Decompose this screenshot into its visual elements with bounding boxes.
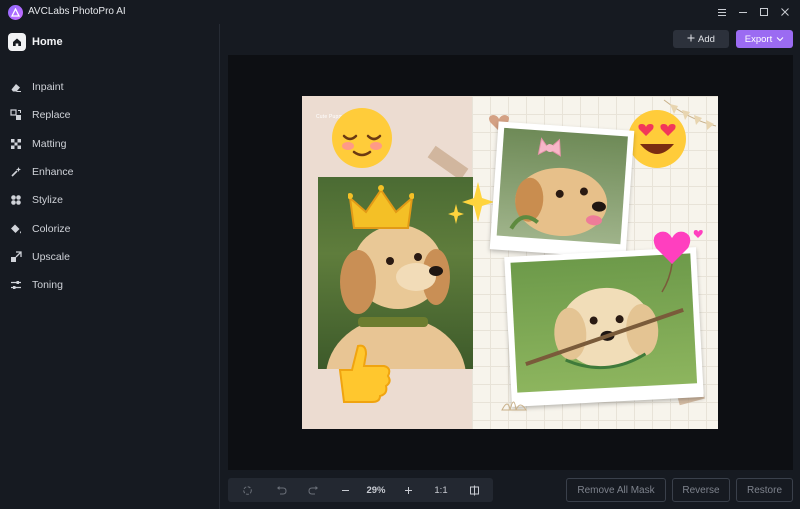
minimize-icon[interactable]	[734, 4, 752, 20]
colorize-icon	[10, 223, 22, 235]
zoom-out-button[interactable]	[334, 478, 356, 502]
undo-icon[interactable]	[270, 478, 292, 502]
eraser-icon	[10, 81, 22, 93]
stylize-icon	[10, 194, 22, 206]
sidebar-item-label: Enhance	[32, 166, 74, 179]
sidebar-item-label: Stylize	[32, 194, 63, 207]
grass-doodle	[501, 401, 527, 412]
zoom-in-button[interactable]	[397, 478, 419, 502]
tool-menu: Inpaint Replace Matting Enhance Stylize …	[10, 73, 73, 299]
upscale-icon	[10, 251, 22, 263]
zoom-level: 29%	[366, 484, 386, 496]
app-window: AVCLabs PhotoPro AI Home Inpaint Replace…	[0, 0, 800, 509]
sidebar-item-label: Home	[32, 36, 63, 48]
zoom-toolbar: 29% 1:1	[228, 478, 493, 502]
maximize-icon[interactable]	[755, 4, 773, 20]
app-logo-icon	[8, 5, 23, 20]
sparkle-sticker	[448, 182, 494, 224]
remove-all-mask-button[interactable]: Remove All Mask	[566, 478, 666, 502]
sidebar-item-matting[interactable]: Matting	[10, 130, 73, 158]
replace-icon	[10, 109, 22, 121]
sidebar-divider	[219, 24, 220, 509]
sidebar-item-upscale[interactable]: Upscale	[10, 243, 73, 271]
app-title: AVCLabs PhotoPro AI	[28, 6, 126, 17]
plus-icon	[404, 486, 412, 494]
menu-icon[interactable]	[713, 4, 731, 20]
sidebar-item-label: Upscale	[32, 250, 70, 263]
minus-icon	[341, 489, 349, 491]
restore-button[interactable]: Restore	[736, 478, 793, 502]
sidebar-item-enhance[interactable]: Enhance	[10, 158, 73, 186]
title-bar: AVCLabs PhotoPro AI	[0, 0, 800, 24]
close-icon[interactable]	[776, 4, 794, 20]
matting-icon	[10, 138, 22, 150]
sidebar-item-label: Matting	[32, 137, 67, 150]
relieved-emoji-sticker	[332, 108, 392, 168]
sidebar-item-inpaint[interactable]: Inpaint	[10, 73, 73, 101]
toning-icon	[10, 279, 22, 291]
sidebar-item-label: Inpaint	[32, 81, 64, 94]
sidebar-item-colorize[interactable]: Colorize	[10, 214, 73, 242]
sidebar-item-stylize[interactable]: Stylize	[10, 186, 73, 214]
sidebar: Home Inpaint Replace Matting Enhance Sty…	[0, 24, 219, 509]
artwork-image[interactable]: Cute Puppy	[302, 96, 718, 429]
redo-icon[interactable]	[302, 478, 324, 502]
plus-icon	[687, 34, 695, 45]
bunting-decoration	[663, 99, 717, 130]
export-button[interactable]: Export	[736, 30, 793, 48]
add-button[interactable]: Add	[673, 30, 729, 48]
sidebar-item-replace[interactable]: Replace	[10, 101, 73, 129]
sidebar-item-home[interactable]: Home	[8, 33, 63, 51]
home-icon	[8, 33, 26, 51]
puppy-photo-bow	[496, 127, 628, 245]
reverse-button[interactable]: Reverse	[672, 478, 730, 502]
add-button-label: Add	[698, 33, 715, 45]
sidebar-item-toning[interactable]: Toning	[10, 271, 73, 299]
refresh-icon[interactable]	[236, 478, 258, 502]
enhance-icon	[10, 166, 22, 178]
thumbs-up-sticker	[338, 344, 391, 403]
sidebar-item-label: Colorize	[32, 222, 71, 235]
sidebar-item-label: Replace	[32, 109, 71, 122]
heart-balloon-sticker	[653, 230, 703, 293]
polaroid-photo-top	[489, 121, 635, 259]
compare-icon[interactable]	[463, 478, 485, 502]
crown-sticker	[348, 185, 414, 229]
chevron-down-icon	[776, 34, 784, 45]
export-button-label: Export	[744, 33, 773, 45]
sidebar-item-label: Toning	[32, 279, 63, 292]
actual-size-button[interactable]: 1:1	[428, 478, 454, 502]
